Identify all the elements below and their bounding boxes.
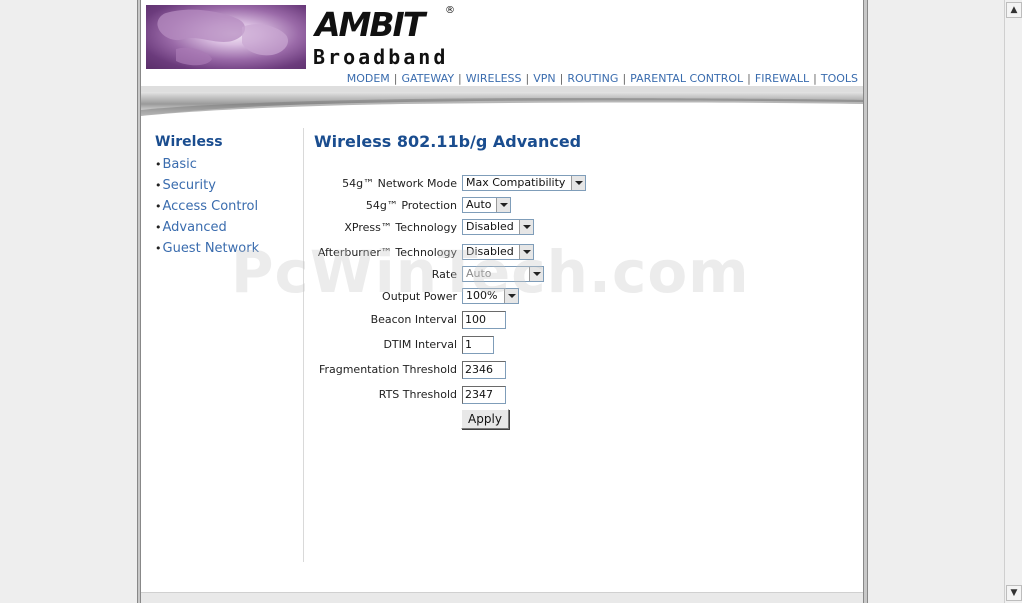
nav-modem[interactable]: MODEM (347, 72, 390, 85)
network-mode-value: Max Compatibility (466, 176, 566, 189)
top-navigation: MODEM | GATEWAY | WIRELESS | VPN | ROUTING | PAREN… (346, 72, 858, 85)
beacon-interval-input[interactable]: 100 (462, 311, 506, 329)
router-admin-page: AMBIT ® Broadband MODEM | GATEWAY | WIRELESS… (141, 0, 863, 603)
page-title: Wireless 802.11b/g Advanced (314, 132, 582, 151)
sidebar-item-advanced[interactable]: •Advanced (155, 217, 305, 238)
sidebar-item-security[interactable]: •Security (155, 175, 305, 196)
rts-threshold-label: RTS Threshold (378, 388, 457, 401)
dtim-interval-input[interactable]: 1 (462, 336, 494, 354)
brand-subtitle: Broadband (313, 45, 449, 69)
sidebar-item-access-control[interactable]: •Access Control (155, 196, 305, 217)
network-mode-label: 54g™ Network Mode (342, 177, 457, 190)
chevron-down-icon[interactable] (571, 176, 585, 190)
watermark-text: PcWinTech.com (231, 238, 750, 306)
bullet-icon: • (155, 179, 162, 192)
beacon-interval-label: Beacon Interval (370, 313, 457, 326)
sidebar-title[interactable]: Wireless (155, 134, 305, 150)
protection-label: 54g™ Protection (365, 199, 457, 212)
brand-registered-mark: ® (445, 5, 455, 16)
globe-logo-image (146, 5, 306, 69)
sidebar-item-label: Advanced (162, 220, 227, 235)
nav-tools[interactable]: TOOLS (821, 72, 858, 85)
sidebar-item-label: Access Control (162, 199, 259, 214)
nav-routing[interactable]: ROUTING (567, 72, 618, 85)
rts-threshold-input[interactable]: 2347 (462, 386, 506, 404)
nav-parental-control[interactable]: PARENTAL CONTROL (630, 72, 743, 85)
window-frame-right (863, 0, 868, 603)
nav-firewall[interactable]: FIREWALL (755, 72, 809, 85)
page-bottom-strip (141, 592, 863, 603)
fragmentation-threshold-label: Fragmentation Threshold (318, 363, 457, 376)
sidebar-item-label: Security (162, 178, 216, 193)
protection-select[interactable]: Auto (462, 197, 511, 213)
ambit-brand-logo: AMBIT ® Broadband (313, 5, 463, 69)
brand-name: AMBIT (315, 5, 425, 44)
protection-value: Auto (466, 198, 492, 211)
bullet-icon: • (155, 242, 162, 255)
chevron-down-icon[interactable] (519, 220, 533, 234)
nav-wireless[interactable]: WIRELESS (466, 72, 522, 85)
xpress-select[interactable]: Disabled (462, 219, 534, 235)
network-mode-select[interactable]: Max Compatibility (462, 175, 586, 191)
chevron-down-icon[interactable] (496, 198, 510, 212)
apply-button[interactable]: Apply (461, 409, 509, 429)
bullet-icon: • (155, 158, 162, 171)
fragmentation-threshold-input[interactable]: 2346 (462, 361, 506, 379)
sidebar-item-basic[interactable]: •Basic (155, 154, 305, 175)
xpress-value: Disabled (466, 220, 514, 233)
sidebar-item-label: Basic (162, 157, 197, 172)
bullet-icon: • (155, 221, 162, 234)
nav-gateway[interactable]: GATEWAY (402, 72, 455, 85)
scroll-down-icon[interactable]: ▼ (1006, 585, 1022, 601)
bullet-icon: • (155, 200, 162, 213)
nav-vpn[interactable]: VPN (533, 72, 555, 85)
header-swoosh-graphic (141, 86, 863, 116)
scroll-up-icon[interactable]: ▲ (1006, 2, 1022, 18)
dtim-interval-label: DTIM Interval (383, 338, 457, 351)
xpress-label: XPress™ Technology (344, 221, 457, 234)
vertical-scrollbar[interactable]: ▲ ▼ (1004, 0, 1022, 603)
